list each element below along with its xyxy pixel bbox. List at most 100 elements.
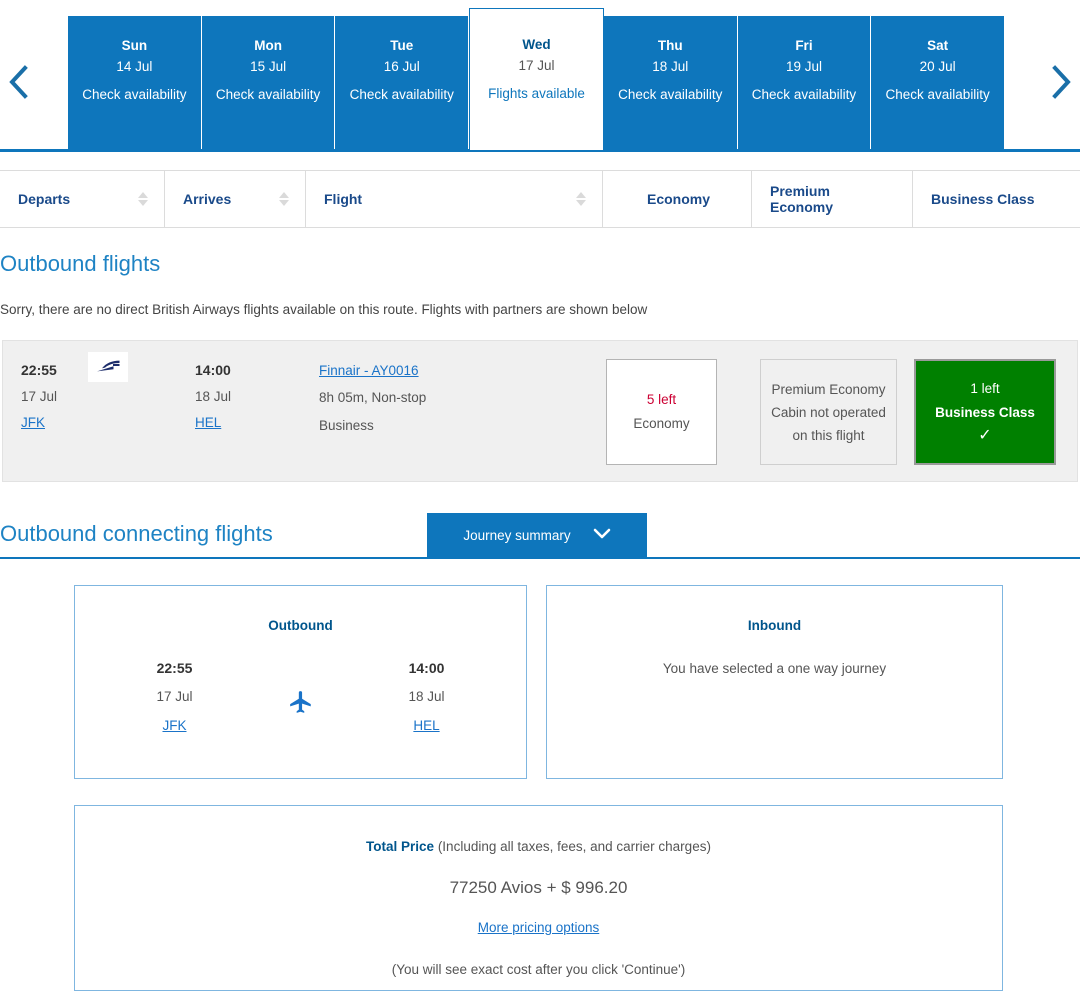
flight-number-link[interactable]: Finnair - AY0016: [319, 357, 419, 384]
sort-arrows-icon[interactable]: [279, 192, 289, 206]
airline-logo-finnair: [88, 352, 128, 382]
cabin-option-economy[interactable]: 5 left Economy: [606, 359, 717, 465]
flight-arrival-info: 14:00 18 Jul HEL: [195, 357, 305, 436]
total-price-amount: 77250 Avios + $ 996.20: [449, 878, 628, 897]
column-header-label: Economy: [647, 191, 711, 207]
outbound-summary-panel: Outbound 22:55 17 Jul JFK 14:00 18 Jul H…: [74, 585, 527, 779]
column-header-departs[interactable]: Departs: [0, 171, 165, 227]
date-selector-strip: Sun 14 Jul Check availability Mon 15 Jul…: [0, 0, 1080, 152]
caret-up-icon: [576, 192, 586, 198]
caret-down-icon: [279, 200, 289, 206]
inbound-summary-title: Inbound: [747, 618, 802, 633]
cabin-option-business-class-selected[interactable]: 1 left Business Class ✓: [914, 359, 1056, 465]
date-tab-dow: Wed: [522, 37, 551, 52]
summary-arrival-time: 14:00: [408, 660, 445, 676]
column-header-label: Arrives: [183, 191, 232, 207]
premium-unavailable-line1: Cabin not operated: [771, 404, 886, 420]
economy-cabin-label: Economy: [633, 416, 690, 431]
flight-selection-page: Sun 14 Jul Check availability Mon 15 Jul…: [0, 0, 1080, 997]
previous-dates-arrow-icon[interactable]: [2, 62, 36, 102]
checkmark-icon: ✓: [978, 427, 992, 444]
flight-cabin: Business: [319, 418, 374, 433]
date-tab-dow: Thu: [657, 38, 683, 53]
economy-seats-left: 5 left: [646, 392, 677, 407]
outbound-summary-title: Outbound: [268, 618, 333, 633]
caret-up-icon: [138, 192, 148, 198]
outbound-arrival-block: 14:00 18 Jul HEL: [372, 655, 482, 739]
next-dates-arrow-icon[interactable]: [1044, 62, 1078, 102]
sort-arrows-icon[interactable]: [138, 192, 148, 206]
caret-down-icon: [576, 200, 586, 206]
sort-arrows-icon[interactable]: [576, 192, 586, 206]
summary-departure-airport-link[interactable]: JFK: [162, 713, 186, 739]
plane-icon: [288, 689, 314, 720]
column-header-label: Business Class: [931, 191, 1035, 207]
column-header-label: Premium Economy: [770, 183, 834, 215]
flight-result-row: 22:55 17 Jul JFK 14:00 18 Jul HEL Finnai…: [2, 340, 1078, 482]
date-tab-mon[interactable]: Mon 15 Jul Check availability: [201, 16, 336, 150]
inbound-summary-message: You have selected a one way journey: [662, 661, 887, 676]
arrival-date: 18 Jul: [195, 389, 232, 404]
total-price-label-suffix: (Including all taxes, fees, and carrier …: [434, 839, 711, 854]
date-tab-date: 18 Jul: [652, 59, 689, 74]
summary-arrival-date: 18 Jul: [408, 689, 445, 704]
outbound-departure-block: 22:55 17 Jul JFK: [120, 655, 230, 739]
date-tab-sun[interactable]: Sun 14 Jul Check availability: [68, 16, 202, 150]
outbound-flights-title: Outbound flights: [0, 251, 161, 276]
outbound-connecting-flights-title: Outbound connecting flights: [0, 521, 273, 546]
date-tab-date: 16 Jul: [383, 59, 420, 74]
date-tab-date: 17 Jul: [518, 58, 555, 73]
departure-airport-link[interactable]: JFK: [21, 410, 45, 436]
date-tab-thu[interactable]: Thu 18 Jul Check availability: [603, 16, 738, 150]
column-header-economy: Economy: [603, 171, 752, 227]
column-header-label: Flight: [324, 191, 363, 207]
total-price-note: (You will see exact cost after you click…: [391, 962, 686, 977]
flight-duration: 8h 05m, Non-stop: [319, 390, 427, 405]
date-tab-availability: Flights available: [488, 86, 585, 101]
business-seats-left: 1 left: [970, 381, 1000, 396]
journey-summary-underline: [0, 557, 1080, 559]
column-header-arrives[interactable]: Arrives: [165, 171, 306, 227]
date-tab-availability: Check availability: [82, 87, 187, 102]
date-tab-tue[interactable]: Tue 16 Jul Check availability: [335, 16, 470, 150]
date-tab-availability: Check availability: [215, 87, 321, 102]
date-tab-dow: Sun: [121, 38, 148, 53]
summary-departure-date: 17 Jul: [156, 689, 193, 704]
journey-summary-label: Journey summary: [463, 528, 571, 543]
summary-arrival-airport-link[interactable]: HEL: [413, 713, 439, 739]
date-tab-dow: Fri: [795, 38, 813, 53]
column-header-business-class: Business Class: [913, 171, 1080, 227]
date-tab-wed-selected[interactable]: Wed 17 Jul Flights available: [469, 8, 604, 150]
summary-departure-time: 22:55: [156, 660, 193, 676]
no-direct-flights-notice: Sorry, there are no direct British Airwa…: [0, 302, 648, 317]
arrival-airport-link[interactable]: HEL: [195, 410, 221, 436]
business-cabin-label: Business Class: [935, 405, 1035, 420]
column-header-flight[interactable]: Flight: [306, 171, 603, 227]
caret-down-icon: [138, 200, 148, 206]
arrival-time: 14:00: [195, 362, 231, 378]
date-tab-fri[interactable]: Fri 19 Jul Check availability: [737, 16, 872, 150]
date-tab-date: 20 Jul: [919, 59, 956, 74]
date-tab-date: 14 Jul: [116, 59, 153, 74]
premium-cabin-label: Premium Economy: [771, 381, 886, 397]
date-tab-availability: Check availability: [349, 87, 454, 102]
date-tab-dow: Sat: [927, 38, 949, 53]
chevron-down-icon: [593, 528, 611, 543]
flight-details-info: Finnair - AY0016 8h 05m, Non-stop Busine…: [319, 357, 579, 440]
caret-up-icon: [279, 192, 289, 198]
departure-date: 17 Jul: [21, 389, 58, 404]
total-price-label-line: Total Price (Including all taxes, fees, …: [75, 839, 1002, 854]
column-header-label: Departs: [18, 191, 71, 207]
date-tab-date: 15 Jul: [250, 59, 287, 74]
total-price-panel: Total Price (Including all taxes, fees, …: [74, 805, 1003, 991]
date-tab-sat[interactable]: Sat 20 Jul Check availability: [871, 16, 1005, 150]
column-header-premium-economy: Premium Economy: [752, 171, 913, 227]
date-tab-availability: Check availability: [751, 87, 857, 102]
date-tab-availability: Check availability: [618, 87, 723, 102]
more-pricing-options-link[interactable]: More pricing options: [478, 920, 600, 935]
inbound-summary-panel: Inbound You have selected a one way jour…: [546, 585, 1003, 779]
date-tabs: Sun 14 Jul Check availability Mon 15 Jul…: [68, 8, 1005, 150]
journey-summary-tab[interactable]: Journey summary: [427, 513, 647, 558]
outbound-journey-grid: 22:55 17 Jul JFK 14:00 18 Jul HEL: [75, 655, 526, 739]
cabin-option-premium-economy: Premium Economy Cabin not operated on th…: [760, 359, 897, 465]
